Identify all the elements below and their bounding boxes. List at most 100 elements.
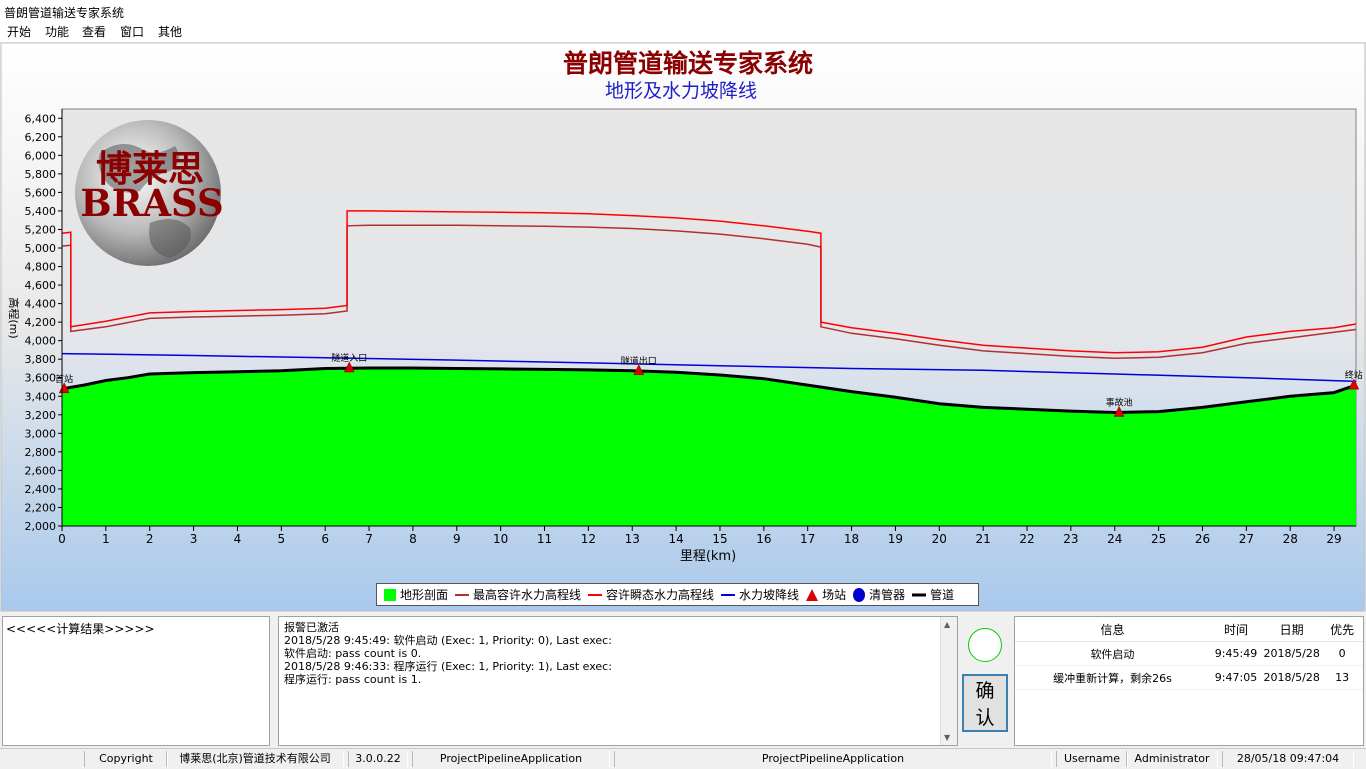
title-bar: 普朗管道输送专家系统	[0, 0, 1366, 22]
menu-window[interactable]: 窗口	[117, 24, 147, 40]
legend-swatch-line	[721, 593, 736, 596]
x-tick-label: 5	[278, 532, 286, 546]
status-app1: ProjectPipelineApplication	[412, 751, 610, 767]
x-tick-label: 22	[1019, 532, 1034, 546]
cell-priority: 13	[1321, 665, 1363, 690]
y-axis-label: 高程(m)	[7, 297, 21, 338]
cell-time: 9:45:49	[1209, 641, 1263, 666]
x-tick-label: 7	[365, 532, 373, 546]
status-version: 3.0.0.22	[348, 751, 408, 767]
table-row[interactable]: 软件启动 9:45:49 2018/5/28 0	[1015, 641, 1363, 666]
legend-item-terrain: 地形剖面	[383, 586, 448, 603]
y-tick-label: 6,200	[25, 131, 57, 144]
log-lines: 报警已激活 2018/5/28 9:45:49: 软件启动 (Exec: 1, …	[284, 621, 939, 686]
menu-start[interactable]: 开始	[4, 24, 34, 40]
y-tick-label: 4,800	[25, 261, 57, 274]
status-company: 博莱思(北京)管道技术有限公司	[166, 751, 344, 767]
log-line: 报警已激活	[284, 621, 339, 634]
alarm-log[interactable]: 报警已激活 2018/5/28 9:45:49: 软件启动 (Exec: 1, …	[278, 616, 958, 746]
status-bar: Copyright 博莱思(北京)管道技术有限公司 3.0.0.22 Proje…	[0, 748, 1366, 769]
legend-item-max-allowable: 最高容许水力高程线	[454, 586, 581, 603]
log-line: 2018/5/28 9:45:49: 软件启动 (Exec: 1, Priori…	[284, 634, 612, 647]
cell-priority: 0	[1321, 641, 1363, 666]
x-tick-label: 2	[146, 532, 154, 546]
y-tick-label: 2,000	[25, 520, 57, 533]
x-tick-label: 11	[537, 532, 552, 546]
x-tick-label: 3	[190, 532, 198, 546]
menu-view[interactable]: 查看	[79, 24, 109, 40]
x-tick-label: 0	[58, 532, 66, 546]
legend-swatch-line	[455, 593, 470, 596]
legend-item-pipeline: 管道	[911, 586, 954, 603]
x-tick-label: 9	[453, 532, 461, 546]
legend-label: 管道	[930, 588, 955, 602]
legend-item-pig: 清管器	[852, 586, 905, 603]
station-label: 隧道出口	[621, 355, 657, 367]
log-line: 2018/5/28 9:46:33: 程序运行 (Exec: 1, Priori…	[284, 660, 612, 673]
station-label: 事故池	[1106, 396, 1133, 408]
col-info[interactable]: 信息	[1015, 617, 1210, 642]
cell-info: 软件启动	[1015, 641, 1210, 666]
status-username: Administrator	[1126, 751, 1218, 767]
x-tick-label: 26	[1195, 532, 1210, 546]
legend-label: 容许瞬态水力高程线	[606, 588, 715, 602]
station-label: 隧道入口	[331, 352, 367, 364]
window-title: 普朗管道输送专家系统	[4, 6, 125, 20]
y-tick-label: 5,800	[25, 168, 57, 181]
col-date[interactable]: 日期	[1262, 617, 1322, 642]
legend-label: 清管器	[869, 588, 906, 602]
legend-swatch-square	[384, 588, 396, 601]
x-tick-label: 25	[1151, 532, 1166, 546]
station-label: 首站	[55, 373, 73, 385]
x-tick-label: 14	[668, 532, 683, 546]
x-tick-label: 17	[800, 532, 815, 546]
x-tick-label: 21	[976, 532, 991, 546]
menu-other[interactable]: 其他	[155, 24, 185, 40]
bottom-panel: <<<<<计算结果>>>>> 报警已激活 2018/5/28 9:45:49: …	[0, 612, 1366, 748]
status-app2: ProjectPipelineApplication	[614, 751, 1052, 767]
menu-function[interactable]: 功能	[42, 24, 72, 40]
col-priority[interactable]: 优先	[1321, 617, 1363, 642]
confirm-button[interactable]: 确认	[962, 674, 1008, 732]
status-copyright: Copyright	[84, 751, 168, 767]
y-tick-label: 4,600	[25, 279, 57, 292]
y-tick-label: 3,600	[25, 372, 57, 385]
legend-item-transient: 容许瞬态水力高程线	[587, 586, 714, 603]
y-tick-label: 2,800	[25, 446, 57, 459]
x-tick-label: 6	[321, 532, 329, 546]
cell-date: 2018/5/28	[1262, 665, 1322, 690]
x-tick-label: 28	[1283, 532, 1298, 546]
log-line: 程序运行: pass count is 1.	[284, 673, 422, 686]
chart-subtitle: 地形及水力坡降线	[605, 80, 757, 102]
x-tick-label: 24	[1107, 532, 1122, 546]
legend-item-station: 场站	[805, 586, 846, 603]
menu-bar: 开始 功能 查看 窗口 其他	[0, 22, 1366, 43]
x-tick-label: 10	[493, 532, 508, 546]
profile-chart: 普朗管道输送专家系统 地形及水力坡降线 博莱思 BRASS 首站隧道入口 隧道出口…	[0, 43, 1366, 612]
table-row[interactable]: 缓冲重新计算，剩余26s 9:47:05 2018/5/28 13	[1015, 665, 1363, 690]
message-table: 信息 时间 日期 优先 软件启动 9:45:49 2018/5/28 0 缓冲重…	[1014, 616, 1364, 746]
x-tick-label: 12	[581, 532, 596, 546]
x-tick-label: 4	[234, 532, 242, 546]
calc-results-box[interactable]: <<<<<计算结果>>>>>	[2, 616, 270, 746]
log-scrollbar[interactable]: ▲ ▼	[940, 617, 957, 745]
x-tick-label: 19	[888, 532, 903, 546]
x-tick-label: 20	[932, 532, 947, 546]
scroll-up-icon[interactable]: ▲	[944, 620, 950, 629]
circle-icon	[853, 587, 866, 602]
log-line: 软件启动: pass count is 0.	[284, 647, 422, 660]
cell-date: 2018/5/28	[1262, 641, 1322, 666]
y-tick-label: 3,800	[25, 353, 57, 366]
y-tick-label: 2,400	[25, 483, 57, 496]
col-time[interactable]: 时间	[1209, 617, 1263, 642]
chart-title: 普朗管道输送专家系统	[563, 49, 813, 78]
x-tick-label: 1	[102, 532, 110, 546]
y-tick-label: 2,600	[25, 464, 57, 477]
x-tick-label: 23	[1063, 532, 1078, 546]
scroll-down-icon[interactable]: ▼	[944, 733, 950, 742]
x-tick-label: 27	[1239, 532, 1254, 546]
calc-results-title: <<<<<计算结果>>>>>	[6, 622, 155, 636]
x-tick-label: 29	[1326, 532, 1341, 546]
y-tick-label: 5,600	[25, 186, 57, 199]
triangle-icon	[806, 588, 819, 601]
